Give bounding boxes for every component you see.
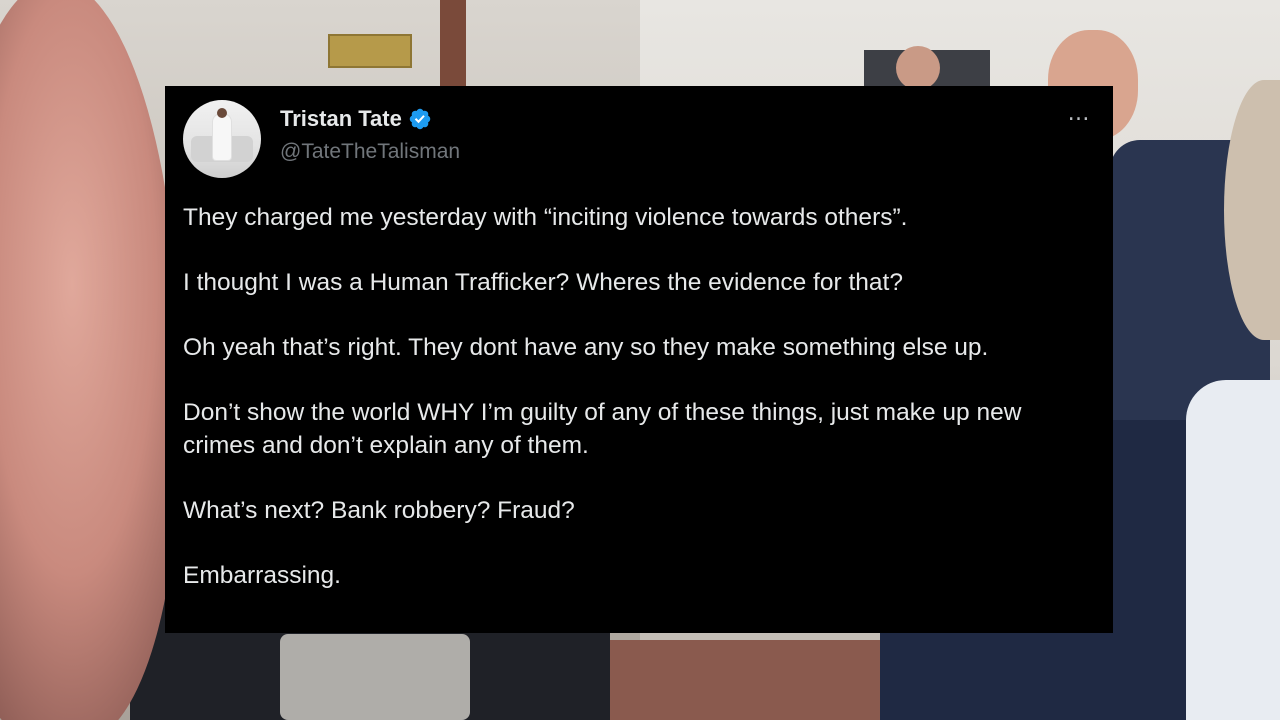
background-floor [560,640,920,720]
verified-badge-icon [409,108,431,130]
tweet-paragraph: They charged me yesterday with “inciting… [183,204,908,231]
more-options-icon[interactable]: … [1065,103,1093,132]
author-handle[interactable]: @TateTheTalisman [280,140,460,164]
tweet-paragraph: I thought I was a Human Trafficker? Wher… [183,269,903,296]
foreground-collar-right [1186,380,1280,720]
tweet-paragraph: Embarrassing. [183,561,341,589]
profile-avatar[interactable] [183,100,261,178]
tweet-paragraph: Don’t show the world WHY I’m guilty of a… [183,399,1022,459]
background-person-head [896,46,940,90]
tweet-paragraph: What’s next? Bank robbery? Fraud? [183,496,575,524]
background-pillar [440,0,466,90]
tweet-card: Tristan Tate @TateTheTalisman … They cha… [165,86,1113,633]
foreground-shirt-print [280,634,470,720]
wall-sign [328,34,412,68]
tweet-paragraph: Oh yeah that’s right. They dont have any… [183,334,989,361]
author-name-row: Tristan Tate [280,106,432,132]
author-display-name[interactable]: Tristan Tate [280,106,402,132]
tweet-body: They charged me yesterday with “inciting… [183,202,1098,592]
